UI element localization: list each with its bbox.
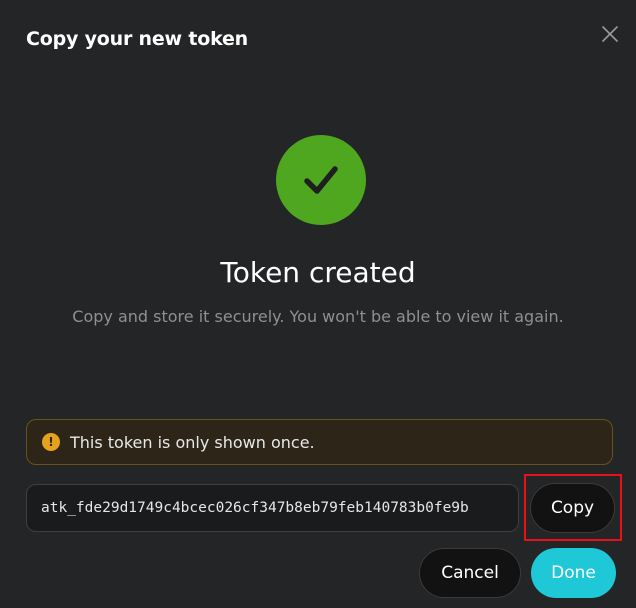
status-heading: Token created bbox=[220, 256, 416, 289]
warning-banner: ! This token is only shown once. bbox=[26, 419, 613, 465]
done-button[interactable]: Done bbox=[531, 548, 616, 598]
token-value: atk_fde29d1749c4bcec026cf347b8eb79feb140… bbox=[41, 500, 469, 516]
success-badge bbox=[276, 135, 366, 225]
warning-icon: ! bbox=[42, 433, 60, 451]
copy-button[interactable]: Copy bbox=[530, 483, 615, 533]
close-button[interactable] bbox=[598, 22, 622, 46]
cancel-button[interactable]: Cancel bbox=[419, 548, 521, 598]
token-field[interactable]: atk_fde29d1749c4bcec026cf347b8eb79feb140… bbox=[26, 484, 519, 532]
dialog-title: Copy your new token bbox=[26, 28, 249, 50]
token-dialog: Copy your new token Token created Copy a… bbox=[0, 0, 636, 608]
close-icon bbox=[602, 26, 618, 42]
warning-text: This token is only shown once. bbox=[70, 432, 315, 452]
status-message: Copy and store it securely. You won't be… bbox=[72, 307, 564, 326]
checkmark-icon bbox=[304, 166, 338, 194]
